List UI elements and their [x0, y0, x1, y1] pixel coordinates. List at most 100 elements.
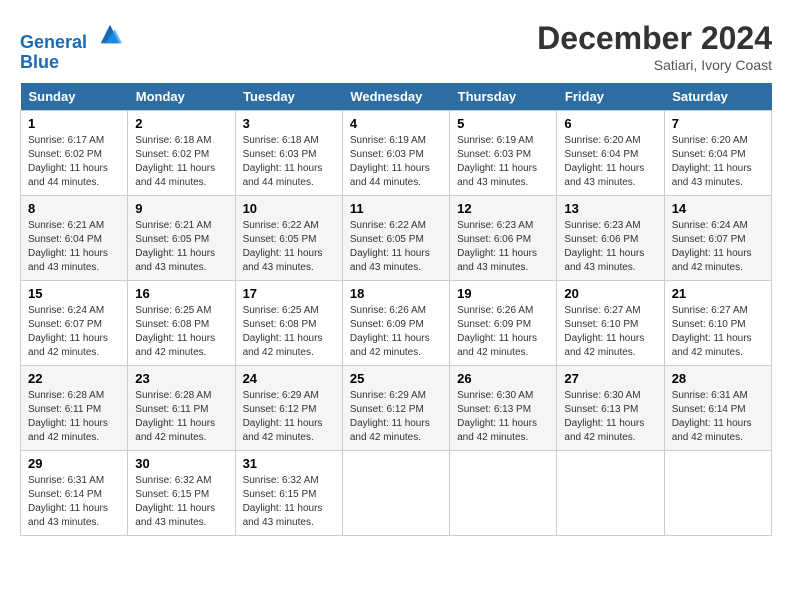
day-number: 6 [564, 116, 656, 131]
day-info: Sunrise: 6:28 AMSunset: 6:11 PMDaylight:… [28, 389, 120, 445]
calendar-day-cell: 26 Sunrise: 6:30 AMSunset: 6:13 PMDayligh… [450, 366, 557, 451]
day-number: 10 [243, 201, 335, 216]
calendar-day-cell [664, 451, 771, 536]
day-info: Sunrise: 6:30 AMSunset: 6:13 PMDaylight:… [564, 389, 656, 445]
day-info: Sunrise: 6:29 AMSunset: 6:12 PMDaylight:… [243, 389, 335, 445]
calendar-day-cell: 8 Sunrise: 6:21 AMSunset: 6:04 PMDaylight… [21, 196, 128, 281]
day-number: 28 [672, 371, 764, 386]
day-number: 19 [457, 286, 549, 301]
calendar-day-cell [557, 451, 664, 536]
day-info: Sunrise: 6:30 AMSunset: 6:13 PMDaylight:… [457, 389, 549, 445]
day-info: Sunrise: 6:23 AMSunset: 6:06 PMDaylight:… [564, 219, 656, 275]
day-info: Sunrise: 6:25 AMSunset: 6:08 PMDaylight:… [243, 304, 335, 360]
calendar-day-cell: 11 Sunrise: 6:22 AMSunset: 6:05 PMDayligh… [342, 196, 449, 281]
calendar-week-row: 1 Sunrise: 6:17 AMSunset: 6:02 PMDaylight… [21, 111, 772, 196]
day-number: 21 [672, 286, 764, 301]
day-info: Sunrise: 6:22 AMSunset: 6:05 PMDaylight:… [350, 219, 442, 275]
day-info: Sunrise: 6:29 AMSunset: 6:12 PMDaylight:… [350, 389, 442, 445]
day-number: 9 [135, 201, 227, 216]
day-number: 16 [135, 286, 227, 301]
calendar-day-cell: 15Sunrise: 6:24 AMSunset: 6:07 PMDayligh… [21, 281, 128, 366]
calendar-day-cell: 4Sunrise: 6:19 AMSunset: 6:03 PMDaylight… [342, 111, 449, 196]
day-info: Sunrise: 6:25 AMSunset: 6:08 PMDaylight:… [135, 304, 227, 360]
logo-icon [96, 20, 124, 48]
day-number: 3 [243, 116, 335, 131]
day-number: 14 [672, 201, 764, 216]
day-info: Sunrise: 6:17 AMSunset: 6:02 PMDaylight:… [28, 134, 120, 190]
day-header-tuesday: Tuesday [235, 83, 342, 111]
day-number: 8 [28, 201, 120, 216]
calendar-day-cell: 29 Sunrise: 6:31 AMSunset: 6:14 PMDayligh… [21, 451, 128, 536]
logo-general: General [20, 32, 87, 52]
calendar-day-cell: 2Sunrise: 6:18 AMSunset: 6:02 PMDaylight… [128, 111, 235, 196]
day-info: Sunrise: 6:32 AMSunset: 6:15 PMDaylight:… [135, 474, 227, 530]
day-info: Sunrise: 6:26 AMSunset: 6:09 PMDaylight:… [457, 304, 549, 360]
calendar-day-cell: 1 Sunrise: 6:17 AMSunset: 6:02 PMDaylight… [21, 111, 128, 196]
day-number: 26 [457, 371, 549, 386]
calendar-day-cell: 3 Sunrise: 6:18 AMSunset: 6:03 PMDaylight… [235, 111, 342, 196]
day-number: 31 [243, 456, 335, 471]
calendar-day-cell: 16 Sunrise: 6:25 AMSunset: 6:08 PMDayligh… [128, 281, 235, 366]
calendar-week-row: 15Sunrise: 6:24 AMSunset: 6:07 PMDayligh… [21, 281, 772, 366]
calendar-day-cell: 19 Sunrise: 6:26 AMSunset: 6:09 PMDayligh… [450, 281, 557, 366]
day-number: 20 [564, 286, 656, 301]
day-number: 13 [564, 201, 656, 216]
day-number: 18 [350, 286, 442, 301]
calendar-day-cell: 21Sunrise: 6:27 AMSunset: 6:10 PMDayligh… [664, 281, 771, 366]
calendar-day-cell [342, 451, 449, 536]
day-header-wednesday: Wednesday [342, 83, 449, 111]
day-info: Sunrise: 6:31 AMSunset: 6:14 PMDaylight:… [28, 474, 120, 530]
calendar-day-cell: 10 Sunrise: 6:22 AMSunset: 6:05 PMDayligh… [235, 196, 342, 281]
day-number: 11 [350, 201, 442, 216]
day-info: Sunrise: 6:22 AMSunset: 6:05 PMDaylight:… [243, 219, 335, 275]
day-info: Sunrise: 6:27 AMSunset: 6:10 PMDaylight:… [564, 304, 656, 360]
calendar-day-cell: 24 Sunrise: 6:29 AMSunset: 6:12 PMDayligh… [235, 366, 342, 451]
day-info: Sunrise: 6:20 AMSunset: 6:04 PMDaylight:… [564, 134, 656, 190]
day-number: 29 [28, 456, 120, 471]
day-header-friday: Friday [557, 83, 664, 111]
day-number: 27 [564, 371, 656, 386]
logo: General Blue [20, 20, 124, 73]
day-number: 24 [243, 371, 335, 386]
day-header-sunday: Sunday [21, 83, 128, 111]
calendar-day-cell: 23Sunrise: 6:28 AMSunset: 6:11 PMDayligh… [128, 366, 235, 451]
day-info: Sunrise: 6:32 AMSunset: 6:15 PMDaylight:… [243, 474, 335, 530]
day-number: 1 [28, 116, 120, 131]
calendar-day-cell: 31 Sunrise: 6:32 AMSunset: 6:15 PMDayligh… [235, 451, 342, 536]
day-number: 17 [243, 286, 335, 301]
day-info: Sunrise: 6:19 AMSunset: 6:03 PMDaylight:… [457, 134, 549, 190]
calendar-day-cell: 14Sunrise: 6:24 AMSunset: 6:07 PMDayligh… [664, 196, 771, 281]
day-info: Sunrise: 6:21 AMSunset: 6:04 PMDaylight:… [28, 219, 120, 275]
calendar-day-cell [450, 451, 557, 536]
logo-text: General [20, 20, 124, 53]
day-info: Sunrise: 6:31 AMSunset: 6:14 PMDaylight:… [672, 389, 764, 445]
calendar-day-cell: 17 Sunrise: 6:25 AMSunset: 6:08 PMDayligh… [235, 281, 342, 366]
calendar-day-cell: 30Sunrise: 6:32 AMSunset: 6:15 PMDayligh… [128, 451, 235, 536]
day-info: Sunrise: 6:18 AMSunset: 6:03 PMDaylight:… [243, 134, 335, 190]
calendar-day-cell: 9 Sunrise: 6:21 AMSunset: 6:05 PMDaylight… [128, 196, 235, 281]
day-info: Sunrise: 6:28 AMSunset: 6:11 PMDaylight:… [135, 389, 227, 445]
calendar-day-cell: 7 Sunrise: 6:20 AMSunset: 6:04 PMDaylight… [664, 111, 771, 196]
title-block: December 2024 Satiari, Ivory Coast [537, 20, 772, 73]
location-subtitle: Satiari, Ivory Coast [537, 57, 772, 73]
day-number: 5 [457, 116, 549, 131]
page-header: General Blue December 2024 Satiari, Ivor… [20, 20, 772, 73]
day-info: Sunrise: 6:21 AMSunset: 6:05 PMDaylight:… [135, 219, 227, 275]
day-number: 7 [672, 116, 764, 131]
day-number: 4 [350, 116, 442, 131]
calendar-header-row: SundayMondayTuesdayWednesdayThursdayFrid… [21, 83, 772, 111]
calendar-day-cell: 5 Sunrise: 6:19 AMSunset: 6:03 PMDaylight… [450, 111, 557, 196]
day-info: Sunrise: 6:20 AMSunset: 6:04 PMDaylight:… [672, 134, 764, 190]
calendar-day-cell: 27 Sunrise: 6:30 AMSunset: 6:13 PMDayligh… [557, 366, 664, 451]
calendar-day-cell: 20 Sunrise: 6:27 AMSunset: 6:10 PMDayligh… [557, 281, 664, 366]
calendar-day-cell: 25Sunrise: 6:29 AMSunset: 6:12 PMDayligh… [342, 366, 449, 451]
logo-blue: Blue [20, 53, 124, 73]
calendar-day-cell: 12Sunrise: 6:23 AMSunset: 6:06 PMDayligh… [450, 196, 557, 281]
day-info: Sunrise: 6:26 AMSunset: 6:09 PMDaylight:… [350, 304, 442, 360]
calendar-week-row: 8 Sunrise: 6:21 AMSunset: 6:04 PMDaylight… [21, 196, 772, 281]
day-header-saturday: Saturday [664, 83, 771, 111]
day-info: Sunrise: 6:24 AMSunset: 6:07 PMDaylight:… [28, 304, 120, 360]
month-title: December 2024 [537, 20, 772, 57]
calendar-day-cell: 6 Sunrise: 6:20 AMSunset: 6:04 PMDaylight… [557, 111, 664, 196]
day-number: 22 [28, 371, 120, 386]
